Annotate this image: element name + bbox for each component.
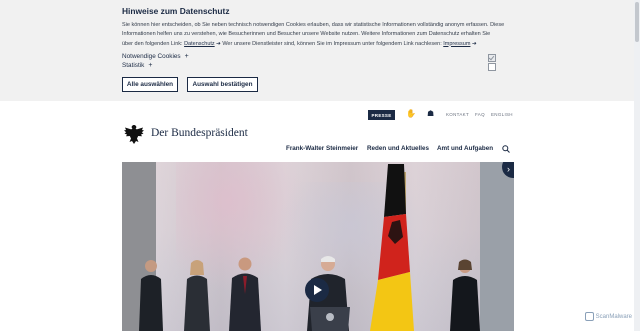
- option-necessary-label: Notwendige Cookies: [122, 53, 181, 60]
- scanmalware-watermark: ScanMalware: [584, 312, 632, 321]
- watermark-text: ScanMalware: [595, 313, 632, 320]
- cookie-option-statistics[interactable]: Statistik +: [122, 62, 152, 69]
- hero-right-wall: [480, 162, 514, 331]
- person-figure: [139, 260, 163, 331]
- cookie-text-line2: Informationen helfen uns zu verstehen, w…: [122, 31, 491, 38]
- play-icon: [314, 285, 322, 295]
- cookie-title: Hinweise zum Datenschutz: [122, 6, 230, 16]
- plus-icon[interactable]: +: [148, 62, 152, 69]
- english-link[interactable]: ENGLISH: [491, 112, 513, 117]
- cookie-banner: Hinweise zum Datenschutz Sie können hier…: [0, 0, 634, 101]
- cookie-text-line3-pre: über den folgenden Link:: [122, 40, 185, 47]
- impressum-link[interactable]: Impressum: [443, 41, 470, 47]
- presse-button[interactable]: PRESSE: [368, 110, 395, 120]
- nav-item-steinmeier[interactable]: Frank-Walter Steinmeier: [286, 145, 358, 152]
- faq-link[interactable]: FAQ: [475, 112, 485, 117]
- option-statistics-label: Statistik: [122, 62, 145, 69]
- person-figure: [184, 260, 210, 331]
- sign-language-icon[interactable]: ✋: [406, 109, 416, 118]
- page-scrollbar[interactable]: [634, 0, 640, 331]
- easy-language-icon[interactable]: ☗: [427, 109, 434, 118]
- cookie-text-line3-mid: Wer unsere Dienstleister sind, können Si…: [220, 40, 444, 47]
- nav-item-reden[interactable]: Reden und Aktuelles: [367, 145, 429, 152]
- person-figure: [450, 259, 480, 331]
- cookie-text-line1: Sie können hier entscheiden, ob Sie nebe…: [122, 22, 505, 28]
- site-logo-text[interactable]: Der Bundespräsident: [151, 127, 248, 139]
- nav-item-amt[interactable]: Amt und Aufgaben: [437, 145, 493, 152]
- datenschutz-link[interactable]: Datenschutz: [184, 41, 215, 47]
- select-all-button[interactable]: Alle auswählen: [122, 77, 178, 92]
- arrow-right-icon: ➔: [470, 40, 477, 47]
- search-icon[interactable]: [502, 145, 510, 153]
- cookie-option-necessary[interactable]: Notwendige Cookies +: [122, 53, 189, 60]
- kontakt-link[interactable]: KONTAKT: [446, 112, 469, 117]
- eagle-logo-icon[interactable]: [123, 124, 145, 145]
- hero-image[interactable]: ›: [122, 162, 514, 331]
- cookie-description: Sie können hier entscheiden, ob Sie nebe…: [122, 21, 517, 49]
- next-arrow-icon: ›: [507, 164, 510, 174]
- plus-icon[interactable]: +: [185, 53, 189, 60]
- german-flag: [370, 164, 414, 331]
- watermark-logo-icon: [584, 312, 594, 321]
- statistics-checkbox[interactable]: [488, 63, 496, 71]
- confirm-selection-button[interactable]: Auswahl bestätigen: [187, 77, 258, 92]
- necessary-checkbox[interactable]: [488, 54, 496, 62]
- lectern: [310, 307, 350, 331]
- play-video-button[interactable]: [305, 278, 329, 302]
- scrollbar-thumb[interactable]: [635, 2, 639, 42]
- person-figure: [229, 257, 261, 331]
